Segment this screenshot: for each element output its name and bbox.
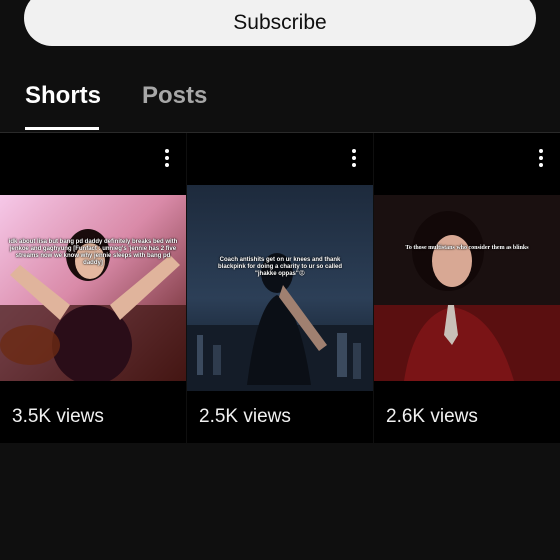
short-views: 2.6K views	[386, 406, 478, 427]
tab-shorts[interactable]: Shorts	[25, 82, 101, 110]
short-card[interactable]: idk about lisa but bang pd daddy definit…	[0, 133, 186, 443]
subscribe-label: Subscribe	[233, 11, 327, 34]
short-caption: Coach antishits get on ur knees and than…	[217, 257, 343, 277]
shorts-grid: idk about lisa but bang pd daddy definit…	[0, 133, 560, 443]
short-caption: idk about lisa but bang pd daddy definit…	[8, 239, 178, 266]
short-thumbnail[interactable]	[374, 195, 560, 381]
short-thumbnail[interactable]	[187, 185, 373, 391]
more-vert-icon[interactable]	[538, 149, 544, 171]
more-vert-icon[interactable]	[351, 149, 357, 171]
short-card[interactable]: Coach antishits get on ur knees and than…	[187, 133, 373, 443]
tab-posts[interactable]: Posts	[142, 82, 207, 110]
short-caption: To those multistans who consider them as…	[405, 245, 529, 251]
tab-bar: Shorts Posts	[0, 70, 560, 132]
short-views: 3.5K views	[12, 406, 104, 427]
short-card[interactable]: To those multistans who consider them as…	[374, 133, 560, 443]
more-vert-icon[interactable]	[164, 149, 170, 171]
short-thumbnail[interactable]	[0, 195, 186, 381]
subscribe-button[interactable]: Subscribe	[24, 0, 536, 46]
short-views: 2.5K views	[199, 406, 291, 427]
active-tab-indicator	[25, 127, 99, 130]
